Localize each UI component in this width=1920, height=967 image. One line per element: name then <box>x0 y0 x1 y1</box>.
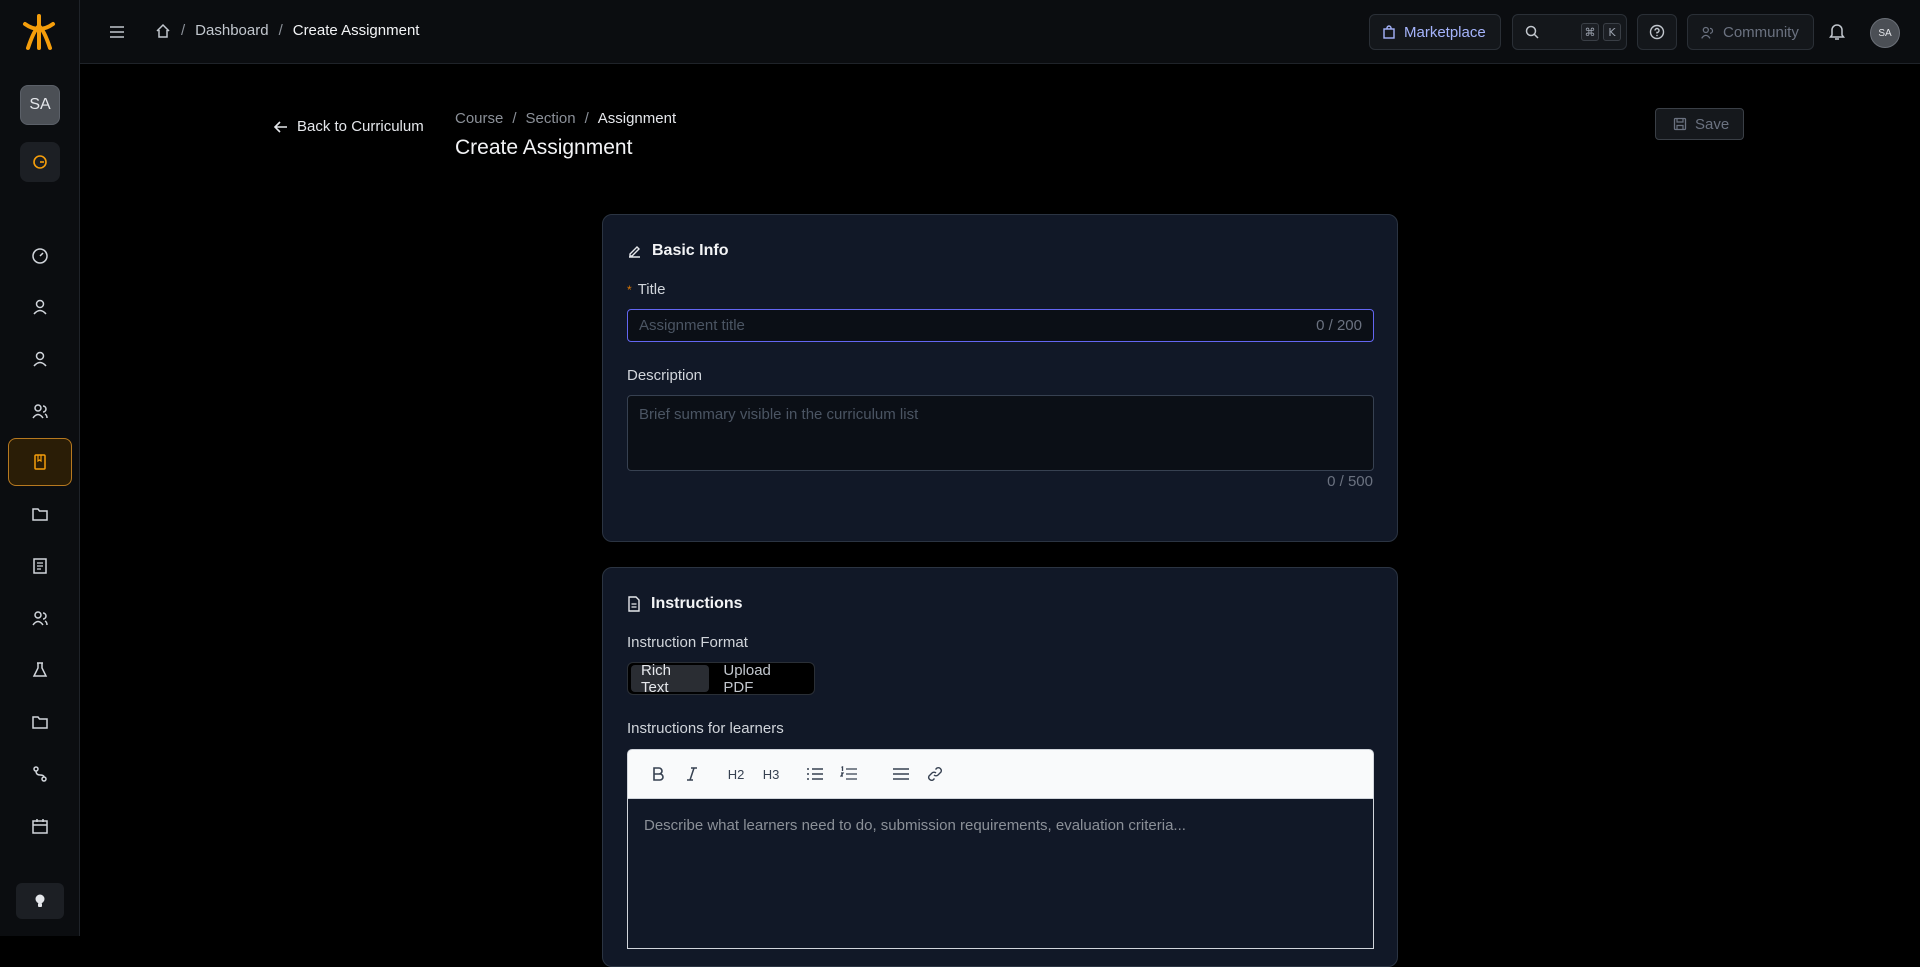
instructions-editor-label: Instructions for learners <box>627 720 784 737</box>
brand-logo-icon[interactable] <box>20 12 58 52</box>
breadcrumb-dashboard[interactable]: Dashboard <box>195 22 268 39</box>
marketplace-button[interactable]: Marketplace <box>1369 14 1501 50</box>
bold-icon[interactable] <box>644 760 672 788</box>
link-icon[interactable] <box>921 760 949 788</box>
sidebar-item-instructors[interactable] <box>8 335 72 383</box>
users-icon <box>32 611 48 626</box>
edit-icon <box>629 245 640 258</box>
tips-button[interactable] <box>16 883 64 919</box>
arrow-left-icon <box>273 120 287 133</box>
description-counter: 0 / 500 <box>1327 473 1373 490</box>
help-button[interactable] <box>1637 14 1677 50</box>
top-header: / Dashboard / Create Assignment Marketpl… <box>80 0 1920 64</box>
editor-placeholder: Describe what learners need to do, submi… <box>644 817 1186 834</box>
receipt-icon <box>33 558 47 574</box>
folder-icon <box>32 508 48 521</box>
breadcrumb-separator: / <box>278 22 283 39</box>
book-icon <box>34 454 46 470</box>
instructions-editor[interactable]: Describe what learners need to do, submi… <box>627 799 1374 949</box>
heading-3-button[interactable]: H3 <box>757 760 785 788</box>
sidebar-item-labs[interactable] <box>8 646 72 694</box>
shortcut-key-cmd: ⌘ <box>1581 23 1599 41</box>
user-icon <box>33 351 47 367</box>
heading-2-button[interactable]: H2 <box>722 760 750 788</box>
org-switch-button[interactable] <box>20 142 60 182</box>
instruction-format-label: Instruction Format <box>627 634 748 651</box>
search-icon <box>1525 25 1539 39</box>
instructions-title: Instructions <box>651 595 743 612</box>
search-button[interactable]: ⌘ K <box>1512 14 1627 50</box>
basic-info-heading: Basic Info <box>627 242 728 260</box>
basic-info-title: Basic Info <box>652 242 729 259</box>
gauge-icon <box>32 248 48 264</box>
file-text-icon <box>628 596 640 612</box>
folder-icon <box>32 716 48 729</box>
shopping-bag-icon <box>1383 25 1395 39</box>
breadcrumb-separator: / <box>584 110 589 127</box>
help-circle-icon <box>1649 24 1665 40</box>
required-marker: * <box>627 283 632 297</box>
lightbulb-icon <box>35 894 45 907</box>
sidebar-item-teams[interactable] <box>8 594 72 642</box>
sidebar: SA <box>0 0 80 936</box>
instructions-heading: Instructions <box>627 595 743 613</box>
description-textarea[interactable]: Brief summary visible in the curriculum … <box>627 395 1374 471</box>
home-icon[interactable] <box>155 23 171 39</box>
sidebar-item-courses[interactable] <box>8 438 72 486</box>
sidebar-item-calendar[interactable] <box>8 802 72 850</box>
save-button[interactable]: Save <box>1655 108 1744 140</box>
calendar-icon <box>32 819 48 834</box>
breadcrumb: / Dashboard / Create Assignment <box>155 22 419 39</box>
sidebar-item-library[interactable] <box>8 698 72 746</box>
workspace-avatar[interactable]: SA <box>20 85 60 125</box>
instructions-card: Instructions Instruction Format Rich Tex… <box>602 567 1398 967</box>
sidebar-item-dashboard[interactable] <box>8 232 72 280</box>
sidebar-item-reports[interactable] <box>8 542 72 590</box>
title-placeholder: Assignment title <box>639 317 745 334</box>
users-icon <box>32 404 48 419</box>
breadcrumb-separator: / <box>512 110 517 127</box>
title-label: * Title <box>627 281 665 298</box>
editor-toolbar: H2 H3 <box>627 749 1374 799</box>
crumb-course[interactable]: Course <box>455 110 503 127</box>
save-label: Save <box>1695 115 1730 133</box>
italic-icon[interactable] <box>678 760 706 788</box>
crumb-assignment: Assignment <box>597 110 677 127</box>
page-title: Create Assignment <box>455 136 633 159</box>
sidebar-item-users[interactable] <box>8 283 72 331</box>
breadcrumb-separator: / <box>181 22 186 39</box>
title-input[interactable]: Assignment title 0 / 200 <box>627 309 1374 342</box>
flask-icon <box>32 662 48 677</box>
basic-info-card: Basic Info * Title Assignment title 0 / 2… <box>602 214 1398 542</box>
bullet-list-icon[interactable] <box>801 760 829 788</box>
user-icon <box>33 299 47 315</box>
align-icon[interactable] <box>887 760 915 788</box>
save-icon <box>1673 117 1687 131</box>
instruction-format-toggle: Rich Text Upload PDF <box>627 662 815 696</box>
route-icon <box>33 766 47 782</box>
sidebar-item-files[interactable] <box>8 490 72 538</box>
title-counter: 0 / 200 <box>1316 317 1362 334</box>
format-option-rich-text[interactable]: Rich Text <box>631 662 710 696</box>
back-to-curriculum-link[interactable]: Back to Curriculum <box>273 118 424 135</box>
breadcrumb-current: Create Assignment <box>292 22 420 39</box>
community-label: Community <box>1723 23 1799 41</box>
marketplace-label: Marketplace <box>1404 23 1486 41</box>
page-breadcrumb: Course / Section / Assignment <box>455 110 676 127</box>
description-label: Description <box>627 367 703 384</box>
crumb-section[interactable]: Section <box>526 110 576 127</box>
sidebar-item-groups[interactable] <box>8 387 72 435</box>
numbered-list-icon[interactable] <box>835 760 863 788</box>
users-icon <box>1701 26 1714 39</box>
notifications-bell-icon[interactable] <box>1828 21 1846 41</box>
title-label-text: Title <box>637 281 666 298</box>
menu-toggle-icon[interactable] <box>106 21 128 43</box>
user-avatar[interactable]: SA <box>1870 18 1900 48</box>
shortcut-key-k: K <box>1603 23 1621 41</box>
description-placeholder: Brief summary visible in the curriculum … <box>639 406 919 423</box>
sidebar-item-paths[interactable] <box>8 750 72 798</box>
community-button[interactable]: Community <box>1687 14 1814 50</box>
back-label: Back to Curriculum <box>297 118 424 135</box>
format-option-upload-pdf[interactable]: Upload PDF <box>713 662 811 696</box>
